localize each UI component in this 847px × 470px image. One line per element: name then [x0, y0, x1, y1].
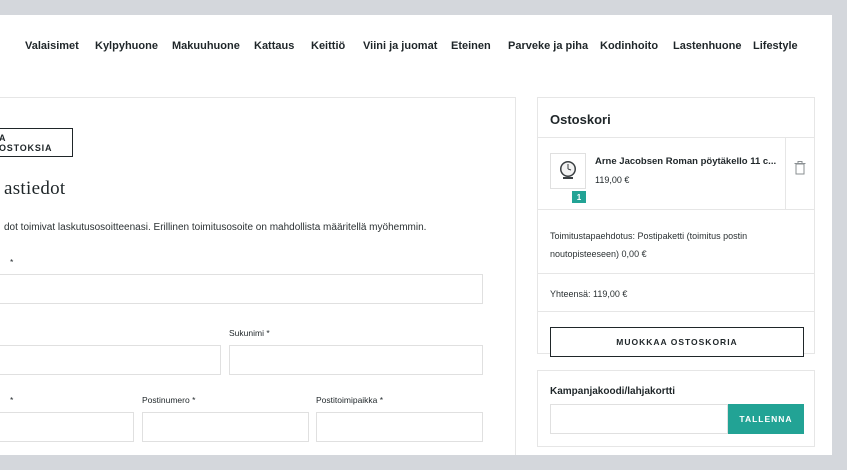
cart-total: Yhteensä: 119,00 €	[550, 289, 628, 299]
nav-item-kylpyhuone[interactable]: Kylpyhuone	[95, 40, 158, 52]
lastname-label: Sukunimi *	[229, 328, 270, 338]
product-name[interactable]: Arne Jacobsen Roman pöytäkello 11 c...	[595, 156, 776, 167]
postcode-label: Postinumero *	[142, 395, 196, 405]
nav-item-parveke-ja-piha[interactable]: Parveke ja piha	[508, 40, 588, 52]
product-thumbnail[interactable]	[550, 153, 586, 189]
firstname-field[interactable]	[0, 345, 221, 375]
nav-item-kattaus[interactable]: Kattaus	[254, 40, 294, 52]
content-top-divider	[0, 97, 515, 98]
promo-code-input[interactable]	[550, 404, 728, 434]
cart-divider	[538, 273, 814, 274]
cart-title: Ostoskori	[550, 112, 611, 127]
nav-item-keittio[interactable]: Keittiö	[311, 40, 345, 52]
promo-label: Kampanjakoodi/lahjakortti	[550, 386, 676, 397]
nav-item-lastenhuone[interactable]: Lastenhuone	[673, 40, 741, 52]
city-field[interactable]	[316, 412, 483, 442]
address-label: *	[10, 395, 14, 405]
email-field[interactable]	[0, 274, 483, 304]
nav-item-eteinen[interactable]: Eteinen	[451, 40, 491, 52]
cart-panel: Ostoskori 1 Arne Jacobsen Roman pöytäkel…	[537, 97, 815, 357]
cart-divider	[538, 209, 814, 210]
back-to-shopping-button[interactable]: A OSTOKSIA	[0, 128, 73, 157]
nav-item-kodinhoito[interactable]: Kodinhoito	[600, 40, 658, 52]
product-price: 119,00 €	[595, 175, 630, 185]
nav-item-viini-ja-juomat[interactable]: Viini ja juomat	[363, 40, 437, 52]
billing-info-text: dot toimivat laskutusosoitteenasi. Erill…	[4, 222, 427, 233]
save-promo-button[interactable]: TALLENNA	[728, 404, 804, 434]
cart-divider	[538, 311, 814, 312]
promo-panel: Kampanjakoodi/lahjakortti TALLENNA	[537, 370, 815, 447]
trash-icon[interactable]	[794, 161, 806, 175]
nav-item-valaisimet[interactable]: Valaisimet	[25, 40, 79, 52]
edit-cart-button[interactable]: MUOKKAA OSTOSKORIA	[550, 327, 804, 357]
postcode-field[interactable]	[142, 412, 309, 442]
lastname-field[interactable]	[229, 345, 483, 375]
address-field[interactable]	[0, 412, 134, 442]
nav-item-lifestyle[interactable]: Lifestyle	[753, 40, 798, 52]
field-label: *	[10, 257, 14, 267]
section-title: astiedot	[4, 178, 66, 199]
column-divider	[515, 97, 516, 455]
city-label: Postitoimipaikka *	[316, 395, 384, 405]
cart-divider	[538, 137, 814, 138]
quantity-badge: 1	[572, 191, 586, 203]
main-navigation: Valaisimet Kylpyhuone Makuuhuone Kattaus…	[0, 15, 832, 75]
item-divider	[785, 138, 786, 209]
page: Valaisimet Kylpyhuone Makuuhuone Kattaus…	[0, 15, 832, 455]
shipping-info: Toimitustapaehdotus: Postipaketti (toimi…	[550, 231, 748, 259]
nav-item-makuuhuone[interactable]: Makuuhuone	[172, 40, 240, 52]
